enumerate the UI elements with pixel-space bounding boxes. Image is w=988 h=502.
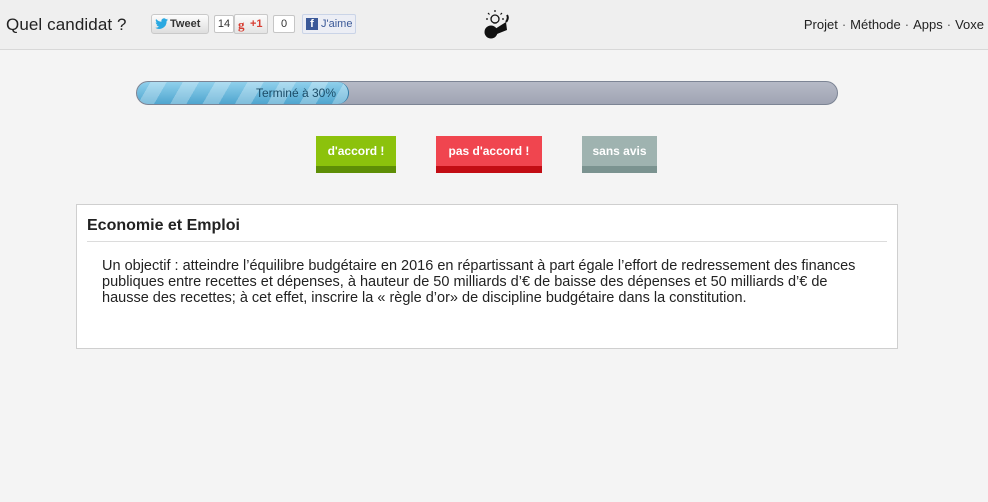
google-plus-label: +1 bbox=[250, 18, 263, 30]
no-opinion-button-label: sans avis bbox=[582, 136, 657, 166]
site-title[interactable]: Quel candidat ? bbox=[6, 15, 127, 35]
agree-button[interactable]: d'accord ! bbox=[316, 136, 396, 173]
nav-separator: · bbox=[904, 17, 910, 32]
nav-link-projet[interactable]: Projet bbox=[804, 17, 838, 32]
nav-link-apps[interactable]: Apps bbox=[913, 17, 943, 32]
nav-link-voxe[interactable]: Voxe bbox=[955, 17, 984, 32]
disagree-button[interactable]: pas d'accord ! bbox=[436, 136, 542, 173]
facebook-like-label: J'aime bbox=[321, 18, 353, 30]
disagree-button-label: pas d'accord ! bbox=[436, 136, 542, 166]
tweet-label: Tweet bbox=[170, 18, 201, 30]
disagree-button-base bbox=[436, 166, 542, 173]
agree-button-label: d'accord ! bbox=[316, 136, 396, 166]
google-plus-icon: g bbox=[238, 17, 245, 32]
nav-separator: · bbox=[841, 17, 847, 32]
logo-lightbulb-icon[interactable] bbox=[476, 6, 514, 44]
twitter-bird-icon bbox=[155, 18, 168, 29]
tweet-count: 14 bbox=[214, 15, 234, 33]
google-plus-button[interactable]: g +1 bbox=[234, 14, 268, 34]
no-opinion-button-base bbox=[582, 166, 657, 173]
divider bbox=[87, 241, 887, 242]
facebook-icon: f bbox=[306, 18, 318, 30]
question-card: Economie et Emploi Un objectif : atteind… bbox=[76, 204, 898, 349]
progress-label: Terminé à 30% bbox=[255, 86, 336, 100]
no-opinion-button[interactable]: sans avis bbox=[582, 136, 657, 173]
nav-separator: · bbox=[946, 17, 952, 32]
tweet-button[interactable]: Tweet bbox=[151, 14, 209, 34]
google-plus-count: 0 bbox=[273, 15, 295, 33]
top-bar: Quel candidat ? Tweet 14 g +1 0 f J'aime… bbox=[0, 0, 988, 50]
facebook-like-button[interactable]: f J'aime bbox=[302, 14, 356, 34]
top-nav: Projet · Méthode · Apps · Voxe bbox=[804, 17, 984, 32]
progress-bar: Terminé à 30% bbox=[136, 81, 838, 105]
question-topic: Economie et Emploi bbox=[87, 217, 240, 234]
question-text: Un objectif : atteindre l’équilibre budg… bbox=[102, 258, 856, 306]
nav-link-methode[interactable]: Méthode bbox=[850, 17, 901, 32]
agree-button-base bbox=[316, 166, 396, 173]
